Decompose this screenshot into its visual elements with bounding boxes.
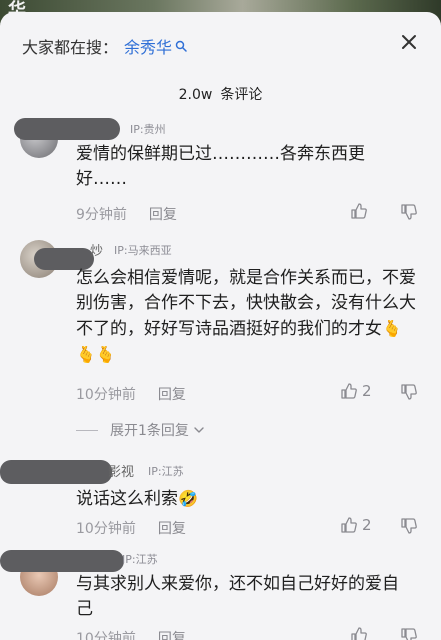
comment-text-body: 怎么会相信爱情呢，就是合作关系而已，不爱别伤害，合作不下去，快快散会，没有什么大…: [76, 268, 416, 339]
comment-count-value: 2.0w: [178, 87, 213, 103]
search-icon: [175, 40, 187, 52]
thumbs-up-icon: [351, 203, 367, 219]
reply-button[interactable]: 回复: [158, 387, 186, 403]
thumbs-up-icon: [341, 517, 357, 533]
like-count: 2: [362, 382, 372, 400]
like-button[interactable]: 2: [340, 382, 372, 400]
comment-meta: 10分钟前 回复: [76, 628, 186, 640]
close-icon[interactable]: [399, 32, 419, 52]
comment-text: 与其求别人来爱你，还不如自己好好的爱自己: [76, 574, 399, 619]
comment-sheet: 大家都在搜： 余秀华 2.0w 条评论 IP:贵州 爱情的保鲜期已过…………各奔东…: [0, 12, 441, 640]
thumbs-down-icon[interactable]: [400, 627, 418, 640]
comment-meta: 9分钟前 回复: [76, 204, 177, 224]
thumbs-down-icon[interactable]: [400, 203, 418, 221]
reply-button[interactable]: 回复: [158, 631, 186, 640]
like-button[interactable]: [350, 626, 372, 640]
comment-meta: 10分钟前 回复: [76, 384, 186, 404]
ip-location: IP:江苏: [148, 465, 184, 478]
comment-time: 9分钟前: [76, 207, 127, 223]
comment-time: 10分钟前: [76, 631, 136, 640]
redacted-avatar-username: [0, 460, 112, 484]
thumbs-down-icon[interactable]: [400, 517, 418, 535]
comment-count: 2.0w 条评论: [0, 84, 441, 104]
thumbs-up-icon: [351, 627, 367, 640]
comment-text: 怎么会相信爱情呢，就是合作关系而已，不爱别伤害，合作不下去，快快散会，没有什么大…: [76, 266, 416, 368]
trending-search-bar[interactable]: 大家都在搜： 余秀华: [22, 34, 187, 58]
thumbs-up-icon: [341, 383, 357, 399]
ip-location: IP:江苏: [122, 553, 158, 566]
comment-text: 说话这么利索🤣: [76, 486, 406, 512]
comment-time: 10分钟前: [76, 387, 136, 403]
username[interactable]: 炒: [90, 240, 103, 259]
ip-location: IP:贵州: [130, 123, 166, 136]
divider: [76, 429, 98, 431]
like-button[interactable]: 2: [340, 516, 372, 534]
emoji: 🤣: [178, 489, 198, 508]
comment-count-unit: 条评论: [220, 87, 263, 103]
search-term-link[interactable]: 余秀华: [124, 34, 172, 58]
redacted-username: [14, 118, 120, 140]
reply-button[interactable]: 回复: [158, 521, 186, 537]
search-label: 大家都在搜：: [22, 38, 119, 57]
reply-button[interactable]: 回复: [149, 207, 177, 223]
redacted-username: [0, 550, 124, 572]
like-count: 2: [362, 516, 372, 534]
ip-location: IP:马来西亚: [114, 244, 172, 257]
thumbs-down-icon[interactable]: [400, 383, 418, 401]
like-button[interactable]: [350, 202, 372, 220]
comment-meta: 10分钟前 回复: [76, 518, 186, 538]
comment-text: 爱情的保鲜期已过…………各奔东西更好……: [76, 144, 365, 189]
expand-replies-button[interactable]: 展开1条回复: [76, 420, 205, 440]
comment-time: 10分钟前: [76, 521, 136, 537]
expand-replies-label: 展开1条回复: [110, 423, 189, 439]
comment-text-body: 说话这么利索: [76, 489, 178, 509]
chevron-down-icon: [194, 427, 204, 433]
username[interactable]: 影视: [108, 461, 134, 480]
